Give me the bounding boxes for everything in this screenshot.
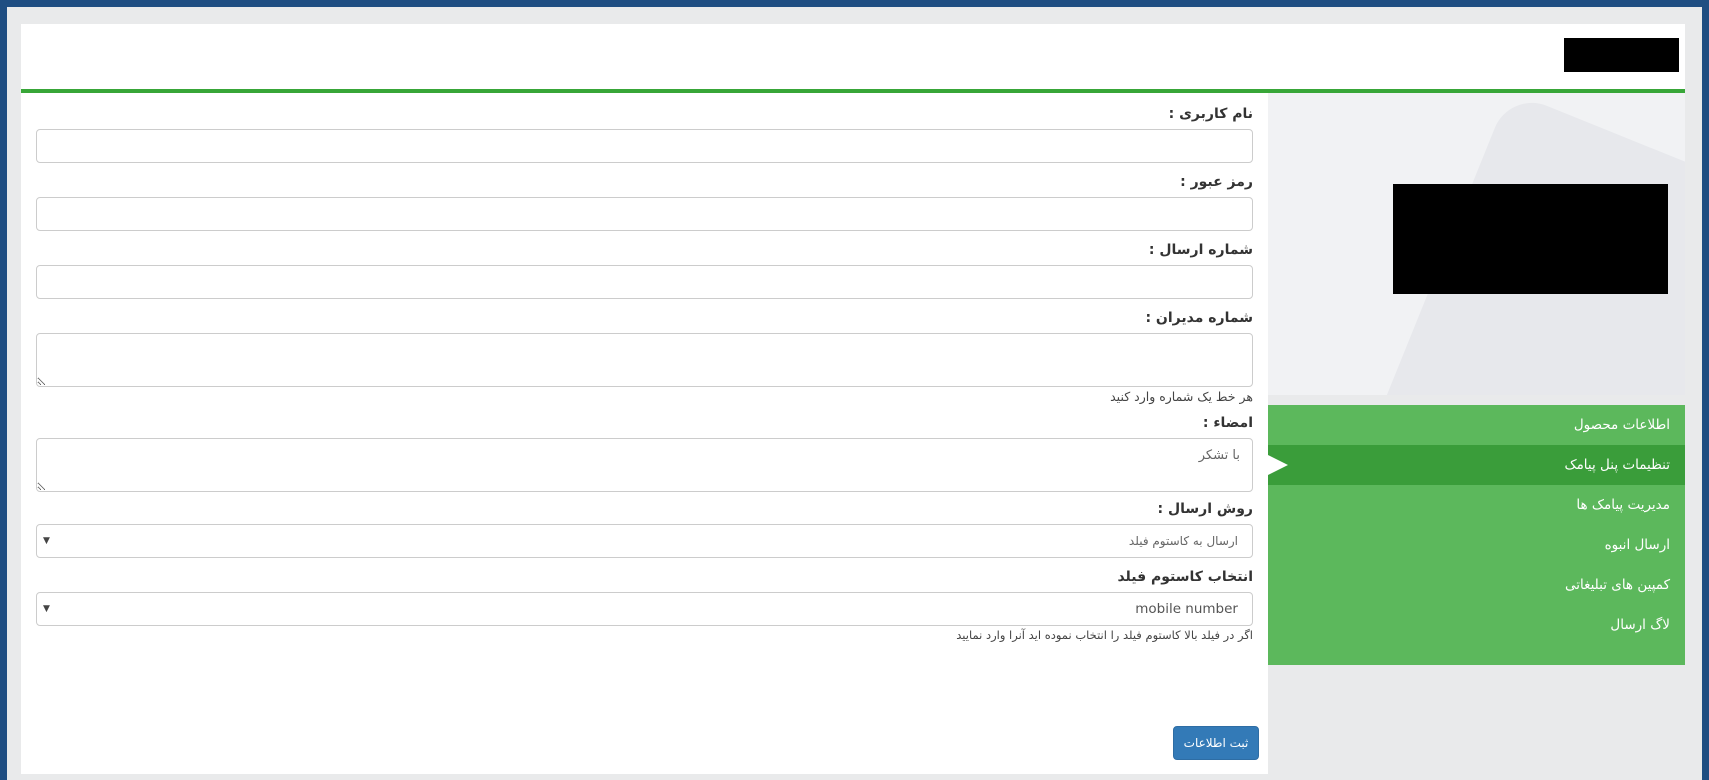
- custom-field-help: اگر در فیلد بالا کاستوم فیلد را انتخاب ن…: [956, 628, 1253, 642]
- password-input[interactable]: [36, 197, 1253, 231]
- caret-down-icon: ▼: [43, 604, 50, 614]
- send-method-group: روش ارسال : ارسال به کاستوم فیلد ▼: [36, 498, 1253, 558]
- sidebar: اطلاعات محصول تنظیمات پنل پیامک مدیریت پ…: [1268, 93, 1685, 774]
- send-method-value: ارسال به کاستوم فیلد: [1128, 534, 1238, 548]
- header-bar: [21, 24, 1685, 93]
- admin-numbers-help: هر خط یک شماره وارد کنید: [1110, 389, 1253, 404]
- sidebar-item-product-info[interactable]: اطلاعات محصول: [1268, 405, 1685, 445]
- settings-form: نام کاربری : رمز عبور : شماره ارسال : شم…: [21, 93, 1268, 774]
- password-group: رمز عبور :: [36, 171, 1253, 231]
- signature-group: امضاء : با تشکر: [36, 412, 1253, 492]
- sidebar-item-bulk-send[interactable]: ارسال انبوه: [1268, 525, 1685, 565]
- sender-number-label: شماره ارسال :: [1148, 242, 1253, 258]
- send-method-select[interactable]: ارسال به کاستوم فیلد ▼: [36, 524, 1253, 558]
- sidebar-item-sms-panel-settings[interactable]: تنظیمات پنل پیامک: [1268, 445, 1685, 485]
- sidebar-item-campaigns[interactable]: کمپین های تبلیغاتی: [1268, 565, 1685, 605]
- custom-field-group: انتخاب کاستوم فیلد mobile number ▼ اگر د…: [36, 566, 1253, 642]
- caret-down-icon: ▼: [43, 536, 50, 546]
- sidebar-item-sms-management[interactable]: مدیریت پیامک ها: [1268, 485, 1685, 525]
- custom-field-select[interactable]: mobile number ▼: [36, 592, 1253, 626]
- signature-label: امضاء :: [1202, 415, 1253, 431]
- content-panel: نام کاربری : رمز عبور : شماره ارسال : شم…: [21, 24, 1685, 774]
- brand-logo: [1564, 38, 1679, 72]
- username-label: نام کاربری :: [1168, 106, 1253, 122]
- send-method-label: روش ارسال :: [1157, 501, 1253, 517]
- product-image: [1393, 184, 1668, 294]
- admin-numbers-label: شماره مدیران :: [1145, 310, 1253, 326]
- admin-numbers-group: شماره مدیران : هر خط یک شماره وارد کنید: [36, 307, 1253, 404]
- username-group: نام کاربری :: [36, 103, 1253, 163]
- sidebar-banner: [1268, 93, 1685, 395]
- signature-textarea[interactable]: با تشکر: [36, 438, 1253, 492]
- custom-field-label: انتخاب کاستوم فیلد: [1117, 569, 1253, 585]
- custom-field-value: mobile number: [1135, 601, 1238, 617]
- sender-number-group: شماره ارسال :: [36, 239, 1253, 299]
- sidebar-item-send-log[interactable]: لاگ ارسال: [1268, 605, 1685, 645]
- username-input[interactable]: [36, 129, 1253, 163]
- admin-numbers-textarea[interactable]: [36, 333, 1253, 387]
- password-label: رمز عبور :: [1180, 174, 1253, 190]
- sender-number-input[interactable]: [36, 265, 1253, 299]
- sidebar-menu: اطلاعات محصول تنظیمات پنل پیامک مدیریت پ…: [1268, 405, 1685, 665]
- submit-button[interactable]: ثبت اطلاعات: [1173, 726, 1259, 760]
- app-frame: نام کاربری : رمز عبور : شماره ارسال : شم…: [7, 7, 1702, 780]
